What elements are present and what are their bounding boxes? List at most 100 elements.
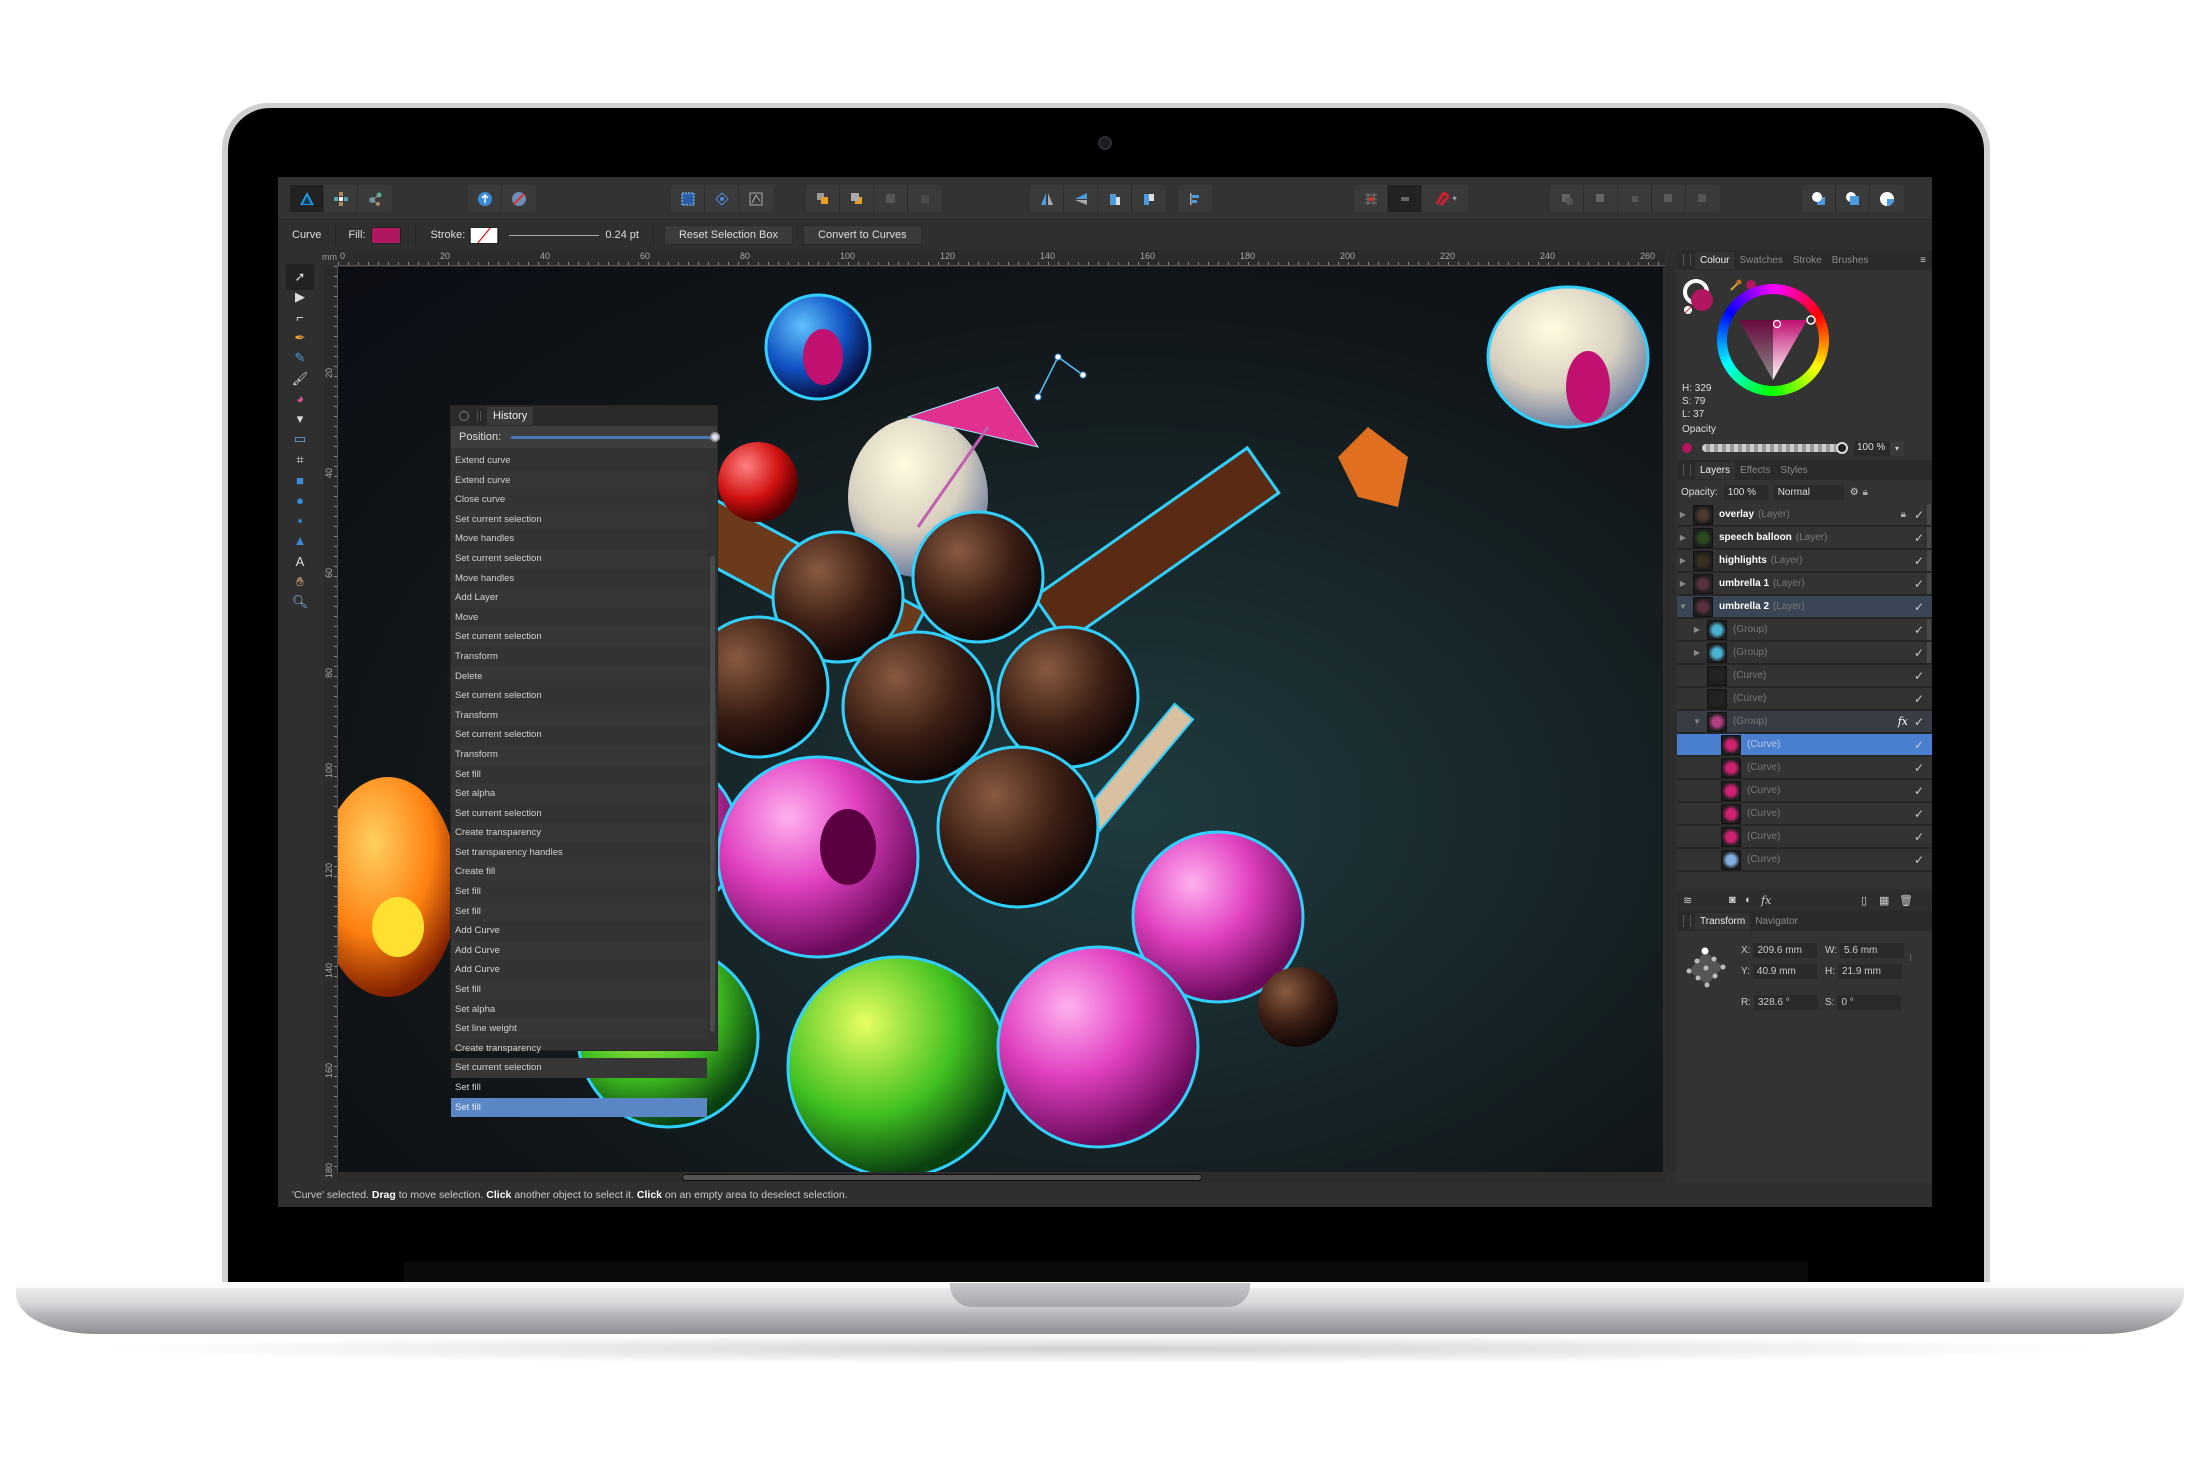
fx-icon[interactable]: fx [1898,715,1908,728]
opacity-field[interactable]: 100 % [1854,440,1890,456]
visibility-checkbox[interactable]: ✓ [1914,646,1924,660]
rotation-field[interactable]: R: 328.6 ° [1741,995,1818,1010]
boolean-intersect-button[interactable] [1618,185,1652,212]
history-item[interactable]: Add Layer [451,588,707,608]
stroke-width-slider[interactable] [509,234,600,236]
expand-arrow-icon[interactable]: ▼ [1677,602,1689,611]
history-item[interactable]: Add Curve [451,940,707,961]
history-item[interactable]: Set fill [451,1097,707,1118]
visibility-checkbox[interactable]: ✓ [1914,761,1924,775]
history-item[interactable]: Delete [451,666,707,687]
history-scrollbar[interactable] [710,556,715,1032]
visibility-checkbox[interactable]: ✓ [1914,830,1924,844]
expand-arrow-icon[interactable]: ▶ [1691,648,1703,657]
history-item[interactable]: Close curve [451,490,707,510]
convert-to-curves-button[interactable]: Convert to Curves [803,225,922,245]
tab-swatches[interactable]: Swatches [1734,252,1787,269]
visibility-checkbox[interactable]: ✓ [1914,784,1924,798]
visibility-checkbox[interactable]: ✓ [1914,807,1924,821]
arrange-bottom-button[interactable] [908,185,942,212]
history-item[interactable]: Set current selection [451,686,707,706]
history-item[interactable]: Set fill [451,980,707,1000]
history-item[interactable]: Add Curve [451,960,707,980]
anchor-point-selector[interactable] [1683,945,1727,989]
expand-arrow-icon[interactable]: ▶ [1677,579,1689,588]
tab-transform[interactable]: Transform [1695,912,1751,930]
tab-stroke[interactable]: Stroke [1788,252,1827,269]
magnet-button[interactable]: ▾ [1422,185,1468,212]
visibility-checkbox[interactable]: ✓ [1914,531,1924,545]
tab-colour[interactable]: Colour [1695,251,1735,269]
transform-origin-button[interactable] [705,185,739,212]
canvas-horizontal-scrollbar[interactable] [338,1172,1665,1183]
layers-stack-icon[interactable]: ≋ [1683,894,1692,907]
layer-row[interactable]: ▶ (Group) ✓ [1677,642,1932,665]
scrollbar-thumb[interactable] [682,1174,1202,1181]
opacity-slider[interactable] [1702,444,1842,452]
history-item[interactable]: Move handles [451,529,707,549]
history-item[interactable]: Set current selection [451,509,707,530]
history-item[interactable]: Create fill [451,862,707,883]
boolean-add-button[interactable] [1550,185,1584,212]
history-item[interactable]: Set fill [451,765,707,785]
drag-handle-icon[interactable] [477,411,481,421]
insert-inside-button[interactable] [1870,185,1904,212]
expand-arrow-icon[interactable]: ▶ [1677,556,1689,565]
history-item[interactable]: Set current selection [451,1058,707,1078]
align-left-button[interactable] [1178,185,1212,212]
visibility-checkbox[interactable]: ✓ [1914,692,1924,706]
drag-handle-icon[interactable] [1683,254,1691,266]
trash-icon[interactable]: 🗑︎ [1899,894,1913,907]
layer-row[interactable]: (Curve) ✓ [1677,849,1932,872]
history-item[interactable]: Set line weight [451,1019,707,1039]
flip-horizontal-button[interactable] [1030,185,1064,212]
snapping-grid-button[interactable] [1354,185,1388,212]
stroke-swatch[interactable] [469,226,500,244]
flip-vertical-button[interactable] [1064,185,1098,212]
pixel-persona-button[interactable] [324,185,358,212]
layer-row[interactable]: ▼ umbrella 2 (Layer) ✓ [1677,596,1932,619]
history-item[interactable]: Set transparency handles [451,843,707,863]
boolean-subtract-button[interactable] [1584,185,1618,212]
layer-row[interactable]: ▶ overlay (Layer) 🔒︎ ✓ [1677,504,1932,527]
link-icon[interactable]: ⁝ [1909,953,1912,964]
history-item[interactable]: Move [451,608,707,628]
layer-row[interactable]: ▶ (Group) ✓ [1677,619,1932,642]
height-field[interactable]: H: 21.9 mm [1825,964,1902,979]
history-item[interactable]: Create transparency [451,823,707,843]
layer-row[interactable]: (Curve) ✓ [1677,803,1932,826]
y-position-field[interactable]: Y: 40.9 mm [1741,964,1817,979]
history-item[interactable]: Set current selection [451,627,707,647]
visibility-checkbox[interactable]: ✓ [1914,738,1924,752]
history-item[interactable]: Move handles [451,569,707,589]
snapping-options-button[interactable] [1388,185,1422,212]
history-item[interactable]: Transform [451,705,707,726]
lock-icon[interactable]: 🔒︎ [1863,487,1868,498]
arrange-forward-button[interactable] [806,185,840,212]
history-item[interactable]: Set current selection [451,725,707,745]
history-item[interactable]: Transform [451,744,707,765]
history-item[interactable]: Set fill [451,1078,707,1098]
add-pixel-layer-icon[interactable]: ▦ [1879,894,1889,907]
add-layer-icon[interactable]: ▯ [1861,894,1867,907]
visibility-checkbox[interactable]: ✓ [1914,508,1924,522]
opacity-slider-knob[interactable] [1836,442,1848,454]
history-item[interactable]: Set alpha [451,1000,707,1020]
shear-field[interactable]: S: 0 ° [1825,995,1902,1010]
layer-row[interactable]: ▶ umbrella 1 (Layer) ✓ [1677,573,1932,596]
panel-menu-icon[interactable]: ≡ [1920,255,1926,266]
history-item[interactable]: Extend curve [451,451,707,471]
visibility-checkbox[interactable]: ✓ [1914,577,1924,591]
insert-top-button[interactable] [1836,185,1870,212]
stroke-width-value[interactable]: 0.24 pt [605,229,639,241]
history-item[interactable]: Set current selection [451,548,707,569]
history-item[interactable]: Add Curve [451,921,707,941]
export-persona-button[interactable] [358,185,392,212]
boolean-xor-button[interactable] [1652,185,1686,212]
visibility-checkbox[interactable]: ✓ [1914,715,1924,729]
tab-brushes[interactable]: Brushes [1827,252,1874,269]
history-item[interactable]: Set fill [451,882,707,902]
expand-arrow-icon[interactable]: ▼ [1691,717,1703,726]
grid-select-button[interactable] [671,185,705,212]
tab-layers[interactable]: Layers [1695,461,1736,479]
